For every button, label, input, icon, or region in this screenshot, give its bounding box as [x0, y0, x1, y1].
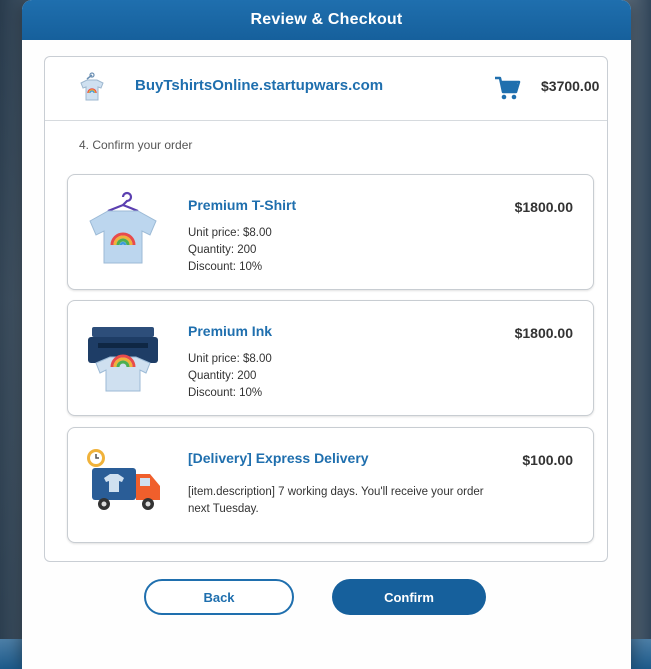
order-item: Premium T-Shirt Unit price: $8.00 Quanti…	[67, 174, 594, 290]
item-title: [Delivery] Express Delivery	[188, 450, 369, 466]
step-label: 4. Confirm your order	[79, 138, 193, 152]
item-title: Premium T-Shirt	[188, 197, 297, 213]
confirm-button[interactable]: Confirm	[332, 579, 486, 615]
item-unit-price: Unit price: $8.00	[188, 353, 272, 365]
item-details: Unit price: $8.00 Quantity: 200 Discount…	[188, 351, 272, 402]
item-title: Premium Ink	[188, 323, 273, 339]
order-item: Premium Ink Unit price: $8.00 Quantity: …	[67, 300, 594, 416]
item-price: $1800.00	[514, 199, 573, 215]
item-details: Unit price: $8.00 Quantity: 200 Discount…	[188, 225, 272, 276]
item-unit-price: Unit price: $8.00	[188, 227, 272, 239]
item-price: $1800.00	[514, 325, 573, 341]
shopping-cart-icon[interactable]	[493, 75, 521, 101]
item-price: $100.00	[522, 452, 573, 468]
store-header: BuyTshirtsOnline.startupwars.com $3700.0…	[45, 57, 607, 121]
checkout-dialog: Review & Checkout BuyTshirtsOnline.start…	[22, 0, 631, 669]
item-quantity: Quantity: 200	[188, 244, 257, 256]
cart-total: $3700.00	[541, 78, 600, 94]
printer-icon	[88, 327, 158, 392]
dialog-title: Review & Checkout	[22, 0, 631, 40]
order-panel: BuyTshirtsOnline.startupwars.com $3700.0…	[44, 56, 608, 562]
delivery-truck-icon	[87, 449, 160, 510]
item-description: [item.description] 7 working days. You'l…	[188, 486, 484, 515]
order-item: [Delivery] Express Delivery [item.descri…	[67, 427, 594, 543]
item-discount: Discount: 10%	[188, 261, 263, 273]
store-logo-icon	[80, 72, 104, 101]
tshirt-hanger-icon	[89, 191, 157, 264]
item-quantity: Quantity: 200	[188, 370, 257, 382]
back-button[interactable]: Back	[144, 579, 294, 615]
store-name[interactable]: BuyTshirtsOnline.startupwars.com	[135, 77, 383, 94]
item-discount: Discount: 10%	[188, 387, 263, 399]
